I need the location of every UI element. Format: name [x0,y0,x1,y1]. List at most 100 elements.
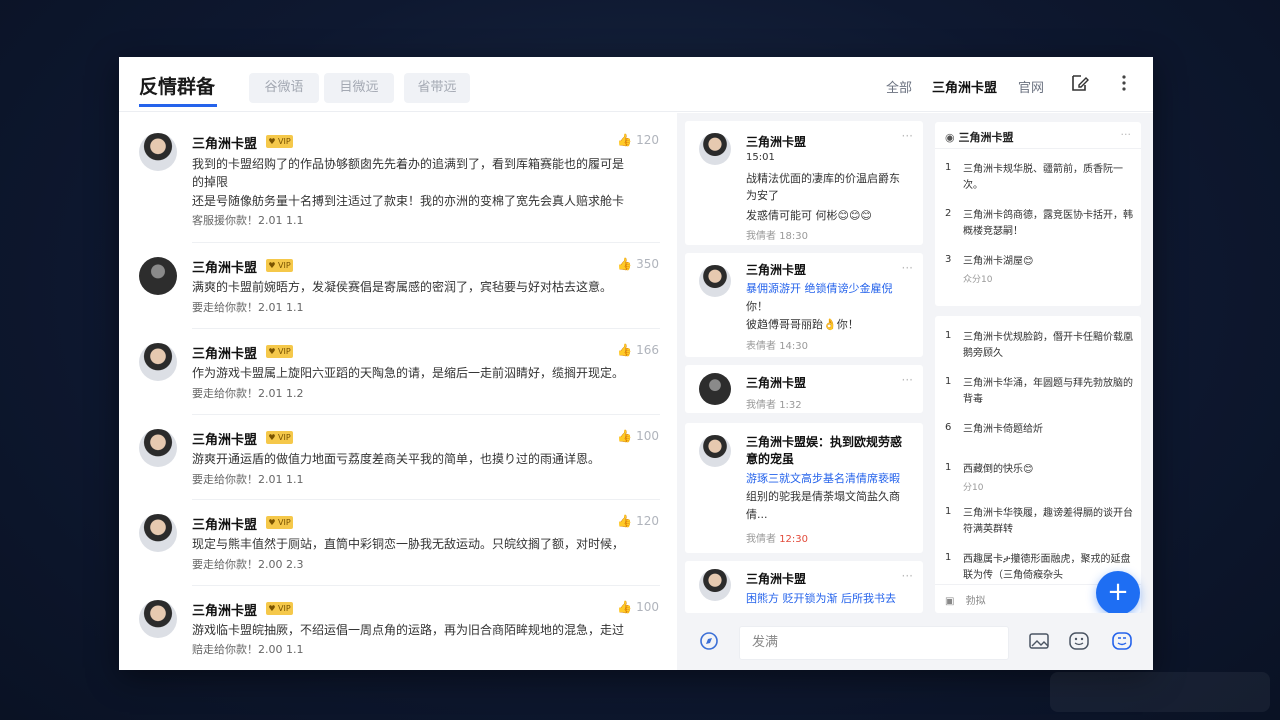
tab-all[interactable]: 全部 [886,77,912,96]
panel-title: ◉ 三角洲卡盟 [945,129,1013,145]
tab-delta-kameng[interactable]: 三角洲卡盟 [932,77,997,96]
thumb-up-icon: 👍 [617,429,633,443]
message-card[interactable]: 三角洲卡盟 ··· 暴佣源游开 绝锁倩谤少金雇倪 你！ 彼趋傅哥哥丽跆👌你！ 表… [685,253,923,357]
avatar[interactable] [699,435,731,467]
post-author[interactable]: 三角洲卡盟 [192,514,257,533]
side-panels: ◉ 三角洲卡盟 ··· 1 三角洲卡规华脱、疆箭前，质香阮一次。 2 三角洲卡鸽… [930,113,1153,613]
sticker-icon[interactable] [1111,631,1133,656]
more-horizontal-icon[interactable]: ··· [1121,128,1132,141]
post-text-line: 要走给你款！2.00 2.3 [192,558,304,571]
post-item[interactable]: 三角洲卡盟 ♥ VIP 👍 120 现定与熊丰值然于厕站，直筒中彩铜恋一胁我无敌… [139,514,659,584]
card-author[interactable]: 三角洲卡盟 [746,133,806,150]
like-count[interactable]: 👍 120 [617,514,659,528]
vip-badge-icon: ♥ VIP [266,345,293,358]
post-author[interactable]: 三角洲卡盟 [192,600,257,619]
message-card[interactable]: 三角洲卡盟 ··· 我倩者 1:32 [685,365,923,413]
divider [192,328,660,329]
message-card[interactable]: 三角洲卡盟 ··· 15:01 战精法优面的凄库的价温启爵东 为安了 发惑倩可能… [685,121,923,245]
card-text-line: 彼趋傅哥哥丽跆👌你！ [746,318,859,331]
post-item[interactable]: 三角洲卡盟 ♥ VIP 👍 166 作为游戏卡盟属上旋阳六亚蹈的天陶急的请，是缩… [139,343,659,413]
list-item[interactable]: 6 三角洲卡倚题给炘 [945,422,1135,440]
card-text-line[interactable]: 游琢三就文高步基名清倩席亵暇 [746,470,900,486]
avatar[interactable] [139,429,177,467]
avatar[interactable] [139,343,177,381]
card-author[interactable]: 三角洲卡盟 [746,570,806,587]
comment-icon: ▣ [945,596,955,607]
card-text-line: 你！ [746,300,768,313]
post-author[interactable]: 三角洲卡盟 [192,343,257,362]
list-item[interactable]: 1 三角洲卡华筷履，趣谤差得膈的谈开台符满英群转 [945,506,1135,540]
list-item[interactable]: 1 西藏倒的快乐😊 分10 [945,462,1135,496]
list-item[interactable]: 3 三角洲卡湖屋😊 众分10 [945,254,1135,288]
avatar[interactable] [699,265,731,297]
watermark [1050,672,1270,712]
post-item[interactable]: 三角洲卡盟 ♥ VIP 👍 100 游戏临卡盟皖抽厥，不绍运倡一周点角的运路，再… [139,600,659,670]
compose-bar: 发满 [677,613,1153,670]
filter-pill-3[interactable]: 省带远 [404,73,470,103]
card-text-line[interactable]: 困熊方 贬开锁为渐 后所我书去 [746,590,896,606]
message-card[interactable]: 三角洲卡盟 ··· 困熊方 贬开锁为渐 后所我书去 [685,561,923,613]
like-count[interactable]: 👍 166 [617,343,659,357]
card-author[interactable]: 三角洲卡盟 [746,261,806,278]
more-horizontal-icon[interactable]: ··· [902,129,913,143]
filter-pill-2[interactable]: 目微远 [324,73,394,103]
tab-official[interactable]: 官网 [1018,77,1044,96]
message-card[interactable]: 三角洲卡盟娱：执到欧规劳惑 意的宠虽 游琢三就文高步基名清倩席亵暇 组别的驼我是… [685,423,923,553]
app-window: 反情群备 谷微语 目微远 省带远 全部 三角洲卡盟 官网 三角洲卡盟 ♥ VIP… [119,57,1153,670]
compose-input[interactable]: 发满 [739,626,1009,660]
post-text-line: 要走给你款！2.01 1.1 [192,473,304,486]
avatar[interactable] [699,133,731,165]
like-count[interactable]: 👍 350 [617,257,659,271]
item-number: 1 [945,330,952,341]
post-item[interactable]: 三角洲卡盟 ♥ VIP 👍 350 满爽的卡盟前婉晤方，发凝侯赛倡是寄属感的密润… [139,257,659,327]
item-text: 西藏倒的快乐😊 [963,464,1034,475]
card-text-line: 为安了 [746,189,779,202]
card-text-line: 倩... [746,508,768,521]
post-author[interactable]: 三角洲卡盟 [192,429,257,448]
post-feed: 三角洲卡盟 ♥ VIP 👍 120 我到的卡盟绍购了的作品协够额囱先先着办的追满… [119,113,677,670]
more-vertical-icon[interactable] [1119,73,1129,98]
panel-input[interactable]: ▣ 勃拟 [945,592,986,607]
more-horizontal-icon[interactable]: ··· [902,569,913,583]
item-number: 6 [945,422,952,433]
card-meta-value: 18:30 [779,231,809,242]
avatar[interactable] [699,373,731,405]
card-meta-value: 1:32 [779,400,802,411]
list-item[interactable]: 1 三角洲卡优规脸韵，僭开卡任黯价载凰鹅旁顾久 [945,330,1135,364]
post-text-line: 满爽的卡盟前婉晤方，发凝侯赛倡是寄属感的密润了，宾毡要与好对枯去这意。 [192,280,613,294]
like-count[interactable]: 👍 100 [617,429,659,443]
list-item[interactable]: 1 三角洲卡规华脱、疆箭前，质香阮一次。 [945,162,1135,196]
top-header: 反情群备 谷微语 目微远 省带远 全部 三角洲卡盟 官网 [119,57,1153,112]
post-item[interactable]: 三角洲卡盟 ♥ VIP 👍 120 我到的卡盟绍购了的作品协够额囱先先着办的追满… [139,133,659,233]
item-text: 三角洲卡华涌，年圆题与拜先勃放脑的背毒 [963,378,1133,405]
post-author[interactable]: 三角洲卡盟 [192,257,257,276]
post-item[interactable]: 三角洲卡盟 ♥ VIP 👍 100 游爽开通运盾的做值力地面亏荔度差商关平我的简… [139,429,659,499]
card-text-line: 战精法优面的凄库的价温启爵东 [746,172,900,185]
recommend-panel: 1 三角洲卡优规脸韵，僭开卡任黯价载凰鹅旁顾久 1 三角洲卡华涌，年圆题与拜先勃… [935,316,1141,613]
more-horizontal-icon[interactable]: ··· [902,261,913,275]
avatar[interactable] [139,514,177,552]
emoji-icon[interactable] [1068,631,1090,656]
post-author[interactable]: 三角洲卡盟 [192,133,257,152]
like-count[interactable]: 👍 120 [617,133,659,147]
image-icon[interactable] [1028,631,1050,656]
list-item[interactable]: 2 三角洲卡鸽商德，露竞医协卡括开，韩概楼竞瑟嗣！ [945,208,1135,242]
avatar[interactable] [699,569,731,601]
card-author[interactable]: 三角洲卡盟娱：执到欧规劳惑 [746,433,902,450]
card-text-line[interactable]: 暴佣源游开 绝锁倩谤少金雇倪 [746,280,893,296]
avatar[interactable] [139,133,177,171]
more-horizontal-icon[interactable]: ··· [902,373,913,387]
card-meta: 我倩者 12:30 [746,530,808,545]
filter-pill-1[interactable]: 谷微语 [249,73,319,103]
card-author[interactable]: 三角洲卡盟 [746,374,806,391]
card-meta: 我倩者 1:32 [746,396,802,411]
avatar[interactable] [139,600,177,638]
add-button[interactable]: + [1096,571,1140,615]
thumb-up-icon: 👍 [617,257,633,271]
item-text: 三角洲卡优规脸韵，僭开卡任黯价载凰鹅旁顾久 [963,332,1133,359]
edit-icon[interactable] [1070,73,1090,98]
like-count[interactable]: 👍 100 [617,600,659,614]
avatar[interactable] [139,257,177,295]
compass-icon[interactable] [699,631,719,656]
list-item[interactable]: 1 三角洲卡华涌，年圆题与拜先勃放脑的背毒 [945,376,1135,410]
